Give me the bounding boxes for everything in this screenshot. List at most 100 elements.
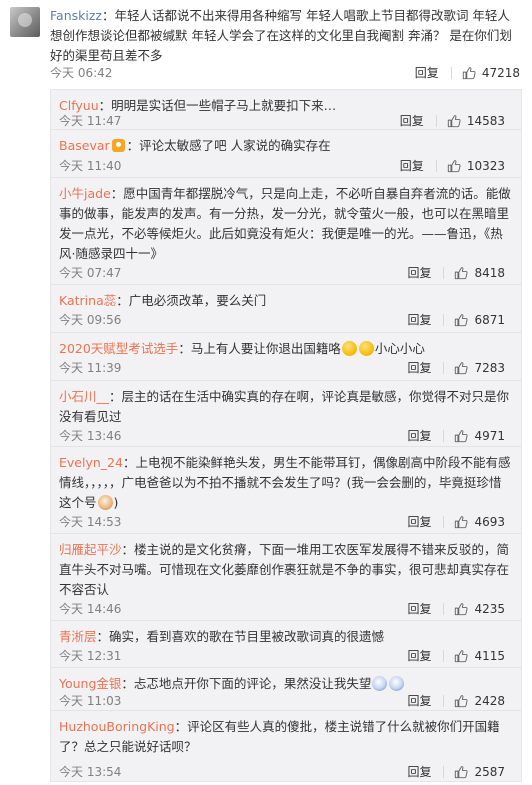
thumbs-up-icon[interactable] [454, 266, 469, 280]
list-item: 小牛jade：愿中国青年都摆脱冷气，只是向上走，不必听自暴自弃者流的话。能做事的… [51, 177, 521, 284]
reply-button[interactable]: 回复 [407, 692, 431, 709]
timestamp: 今天 07:47 [59, 266, 122, 280]
thumbs-up-icon[interactable] [454, 429, 469, 443]
reply-button[interactable]: 回复 [407, 311, 431, 328]
thumbs-up-icon[interactable] [454, 694, 469, 708]
smile-emoji-icon [358, 341, 374, 356]
list-item: Young金银：忐忑地点开你下面的评论，果然没让我失望 今天 11:03 回复 … [51, 667, 521, 710]
crying-emoji-icon [389, 676, 405, 691]
reply-body: Young金银：忐忑地点开你下面的评论，果然没让我失望 [59, 674, 511, 694]
like-count: 10323 [466, 158, 505, 173]
like-count: 2428 [474, 693, 505, 708]
divider [443, 694, 445, 707]
like-count: 2587 [474, 764, 505, 779]
like-count: 4115 [474, 648, 505, 663]
reply-body: 青淅层：确实，看到喜欢的歌在节目里被改歌词真的很遗憾 [59, 627, 511, 647]
username-link[interactable]: 归雁起平沙 [59, 542, 122, 557]
divider [443, 649, 445, 662]
divider [443, 266, 445, 279]
reply-button[interactable]: 回复 [407, 600, 431, 617]
thumbs-up-icon[interactable] [454, 649, 469, 663]
username-link[interactable]: 小石川__ [59, 389, 109, 404]
comment-actions: 回复 8418 [407, 264, 505, 281]
username-link[interactable]: 青淅层 [59, 629, 97, 644]
list-item: HuzhouBoringKing：评论区有些人真的傻批，楼主说错了什么就被你们开… [51, 710, 521, 781]
username-link[interactable]: Fanskizz [50, 8, 102, 23]
thumbs-up-icon[interactable] [462, 66, 476, 80]
comment-actions: 回复 4693 [407, 513, 505, 530]
like-count: 4235 [474, 601, 505, 616]
main-comment-body: Fanskizz：年轻人话都说不出来得用各种缩写 年轻人唱歌上节目都得改歌词 年… [50, 6, 520, 66]
comment-actions: 回复 7283 [407, 359, 505, 376]
main-comment: Fanskizz：年轻人话都说不出来得用各种缩写 年轻人唱歌上节目都得改歌词 年… [0, 0, 532, 90]
dog-emoji-icon [97, 495, 113, 510]
thumbs-up-icon[interactable] [454, 602, 469, 616]
reply-button[interactable]: 回复 [407, 427, 431, 444]
username-link[interactable]: Young金银 [59, 676, 121, 691]
thumbs-up-icon[interactable] [454, 765, 469, 779]
reply-body: Basevar ：评论太敏感了吧 人家说的确实存在 [59, 136, 511, 156]
username-link[interactable]: 2020天赋型考试选手 [59, 341, 178, 356]
reply-button[interactable]: 回复 [400, 112, 424, 129]
reply-body: 小牛jade：愿中国青年都摆脱冷气，只是向上走，不必听自暴自弃者流的话。能做事的… [59, 184, 511, 264]
username-link[interactable]: Basevar [59, 138, 110, 153]
list-item: 归雁起平沙：楼主说的是文化贫瘠，下面一堆用工农医军发展得不错来反驳的，简直牛头不… [51, 533, 521, 620]
list-item: 小石川__：层主的话在生活中确实真的存在啊，评论真是敏感，你觉得不对只是你没有看… [51, 380, 521, 446]
comment-text: ：愿中国青年都摆脱冷气，只是向上走，不必听自暴自弃者流的话。能做事的做事，能发声… [59, 186, 511, 261]
comment-actions: 回复 4971 [407, 427, 505, 444]
comment-text: ：评论太敏感了吧 人家说的确实存在 [126, 138, 331, 153]
reply-button[interactable]: 回复 [407, 359, 431, 376]
like-count: 47218 [481, 65, 520, 80]
reply-button[interactable]: 回复 [407, 763, 431, 780]
comment-actions: 回复 6871 [407, 311, 505, 328]
list-item: Clfyuu：明明是实话但一些帽子马上就要扣下来… 今天 11:47 回复 14… [51, 90, 521, 129]
timestamp: 今天 11:40 [59, 159, 122, 173]
like-count: 4693 [474, 514, 505, 529]
smile-emoji-icon [341, 341, 357, 356]
timestamp: 今天 13:54 [59, 765, 122, 779]
timestamp: 今天 14:46 [59, 602, 122, 616]
like-count: 8418 [474, 265, 505, 280]
comment-actions: 回复 10323 [400, 157, 505, 174]
comment-actions: 回复 47218 [415, 64, 520, 81]
comment-text-tail: 小心小心 [374, 341, 425, 356]
username-link[interactable]: Evelyn_24 [59, 455, 123, 470]
timestamp: 今天 11:39 [59, 361, 122, 375]
like-count: 4971 [474, 428, 505, 443]
username-link[interactable]: 小牛jade [59, 186, 111, 201]
like-count: 7283 [474, 360, 505, 375]
timestamp: 今天 11:47 [59, 114, 122, 128]
vip-badge-icon [111, 139, 125, 152]
avatar[interactable] [10, 7, 40, 37]
comment-text: ：上电视不能染鲜艳头发，男生不能带耳钉，偶像剧高中阶段不能有感情线，，，，，广电… [59, 455, 511, 510]
comment-text: ：明明是实话但一些帽子马上就要扣下来… [98, 98, 337, 113]
divider [435, 114, 437, 127]
divider [443, 602, 445, 615]
thumbs-up-icon[interactable] [454, 515, 469, 529]
reply-button[interactable]: 回复 [400, 157, 424, 174]
divider [443, 429, 445, 442]
comment-text: ：马上有人要让你退出国籍咯 [178, 341, 341, 356]
thumbs-up-icon[interactable] [447, 159, 461, 173]
timestamp: 今天 14:53 [59, 515, 122, 529]
thumbs-up-icon[interactable] [454, 361, 469, 375]
username-link[interactable]: HuzhouBoringKing [59, 719, 175, 734]
comment-actions: 回复 4115 [407, 647, 505, 664]
reply-body: 归雁起平沙：楼主说的是文化贫瘠，下面一堆用工农医军发展得不错来反驳的，简直牛头不… [59, 540, 511, 600]
username-link[interactable]: Clfyuu [59, 98, 99, 113]
reply-body: Katrina蕊：广电必须改革，要么关门 [59, 291, 511, 311]
reply-list: Clfyuu：明明是实话但一些帽子马上就要扣下来… 今天 11:47 回复 14… [50, 89, 522, 782]
comment-actions: 回复 4235 [407, 600, 505, 617]
comment-text-tail: ) [113, 495, 119, 510]
username-link[interactable]: Katrina蕊 [59, 293, 116, 308]
thumbs-up-icon[interactable] [447, 114, 461, 128]
reply-button[interactable]: 回复 [407, 264, 431, 281]
reply-button[interactable]: 回复 [407, 513, 431, 530]
crying-emoji-icon [372, 676, 388, 691]
comment-text: ：广电必须改革，要么关门 [116, 293, 267, 308]
reply-button[interactable]: 回复 [415, 64, 439, 81]
comment-text: ：年轻人话都说不出来得用各种缩写 年轻人唱歌上节目都得改歌词 年轻人想创作想谈论… [50, 8, 512, 63]
thumbs-up-icon[interactable] [454, 313, 469, 327]
timestamp: 今天 13:46 [59, 429, 122, 443]
reply-button[interactable]: 回复 [407, 647, 431, 664]
